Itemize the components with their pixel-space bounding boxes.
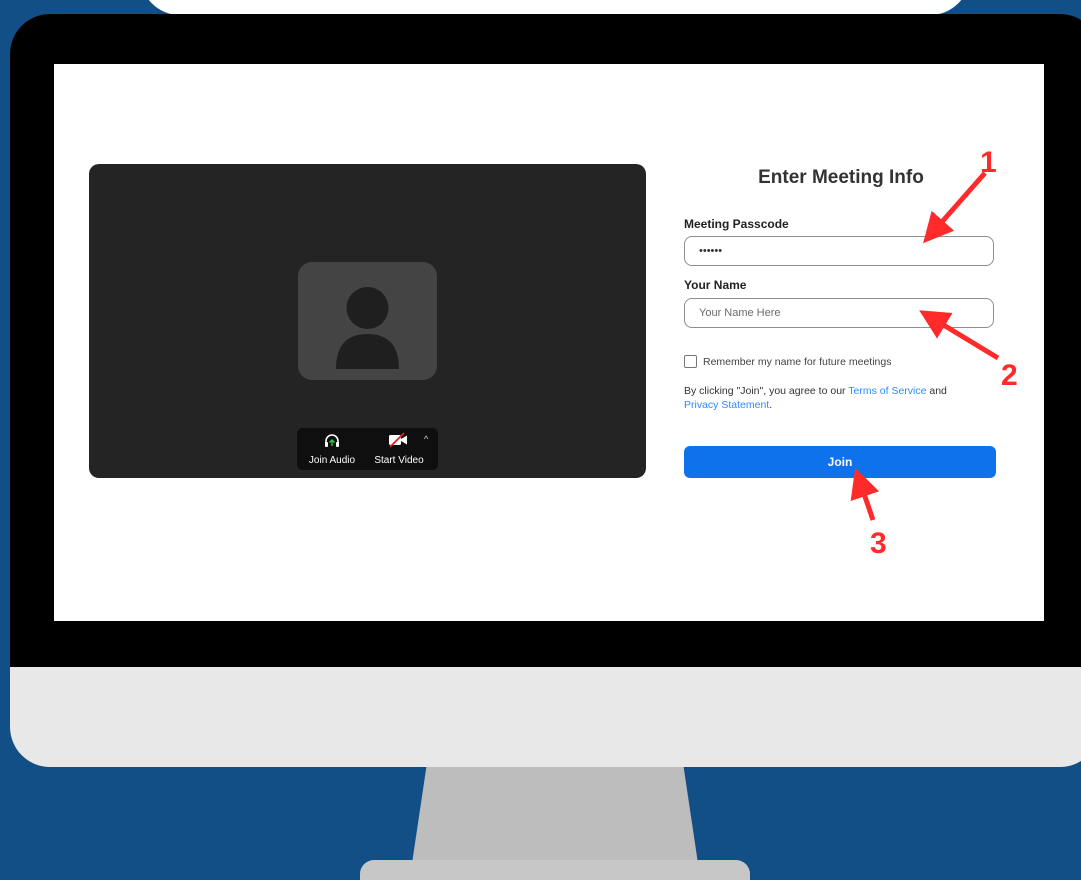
- step-2-label: 2: [1001, 359, 1018, 392]
- arrow-2: [919, 310, 1000, 361]
- step-1-label: 1: [980, 146, 997, 179]
- annotation-arrows: [850, 171, 1000, 521]
- step-3-label: 3: [870, 527, 887, 560]
- arrow-3: [850, 467, 880, 521]
- arrow-1: [923, 171, 987, 244]
